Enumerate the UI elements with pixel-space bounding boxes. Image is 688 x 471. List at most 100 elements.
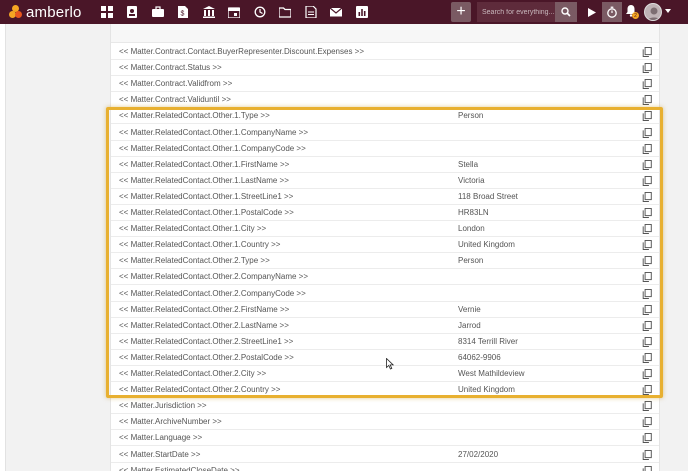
copy-icon[interactable] <box>642 272 652 283</box>
placeholder-row: << Matter.RelatedContact.Other.1.PostalC… <box>111 205 659 221</box>
copy-icon[interactable] <box>642 385 652 396</box>
documents-icon: $ <box>178 6 189 18</box>
placeholder-value: Vernie <box>458 304 481 314</box>
add-button[interactable]: + <box>451 2 471 22</box>
copy-icon[interactable] <box>642 449 652 460</box>
placeholder-value: Person <box>458 111 484 121</box>
copy-icon[interactable] <box>642 175 652 186</box>
placeholder-field-name: << Matter.Jurisdiction >> <box>119 401 207 411</box>
placeholder-field-name: << Matter.Contract.Validuntil >> <box>119 95 231 105</box>
play-icon <box>588 7 596 17</box>
copy-icon[interactable] <box>642 417 652 428</box>
copy-icon[interactable] <box>642 127 652 138</box>
copy-icon[interactable] <box>642 288 652 299</box>
placeholder-value: 27/02/2020 <box>458 449 499 459</box>
copy-icon[interactable] <box>642 63 652 74</box>
placeholder-field-name: << Matter.Contract.Contact.BuyerRepresen… <box>119 47 365 56</box>
svg-text:$: $ <box>181 11 185 18</box>
copy-icon[interactable] <box>642 433 652 444</box>
main-nav-icons: $ <box>94 0 375 24</box>
notification-count-badge: 2 <box>632 12 639 19</box>
placeholder-row: << Matter.Contract.Status >> <box>111 60 659 77</box>
copy-icon[interactable] <box>642 208 652 218</box>
search-button[interactable] <box>555 2 577 22</box>
nav-item-mail[interactable] <box>324 0 350 24</box>
placeholder-field-name: << Matter.RelatedContact.Other.1.LastNam… <box>119 175 289 185</box>
user-avatar[interactable] <box>644 3 662 21</box>
copy-icon[interactable] <box>642 352 652 363</box>
copy-icon[interactable] <box>642 369 652 379</box>
copy-icon[interactable] <box>642 320 652 331</box>
placeholder-field-name: << Matter.RelatedContact.Other.2.Country… <box>119 385 281 395</box>
placeholder-row: << Matter.Contract.Contact.BuyerRepresen… <box>111 44 659 60</box>
placeholder-field-name: << Matter.RelatedContact.Other.2.Company… <box>119 272 308 282</box>
placeholder-value: United Kingdom <box>458 240 515 250</box>
placeholder-row: << Matter.RelatedContact.Other.1.Company… <box>111 125 659 141</box>
app-logo[interactable]: amberlo <box>9 4 89 21</box>
placeholder-field-name: << Matter.RelatedContact.Other.1.PostalC… <box>119 208 294 217</box>
placeholder-row: << Matter.ArchiveNumber >> <box>111 414 659 431</box>
placeholder-field-name: << Matter.RelatedContact.Other.1.FirstNa… <box>119 159 290 169</box>
copy-icon[interactable] <box>642 159 652 170</box>
placeholder-field-name: << Matter.RelatedContact.Other.1.Company… <box>119 127 308 137</box>
nav-item-history[interactable] <box>247 0 273 24</box>
placeholder-value: West Mathildeview <box>458 369 525 378</box>
copy-icon[interactable] <box>642 240 652 251</box>
placeholder-row: << Matter.Contract.Validuntil >> <box>111 92 659 109</box>
global-search <box>477 2 577 22</box>
page-scrollbar[interactable] <box>680 24 688 471</box>
placeholder-field-name: << Matter.Contract.Status >> <box>119 63 222 73</box>
placeholder-field-name: << Matter.RelatedContact.Other.2.PostalC… <box>119 352 294 362</box>
placeholder-field-name: << Matter.RelatedContact.Other.1.StreetL… <box>119 191 294 201</box>
copy-icon[interactable] <box>642 401 652 412</box>
copy-icon[interactable] <box>642 143 652 154</box>
nav-item-contacts[interactable] <box>120 0 146 24</box>
mail-icon <box>330 7 343 17</box>
placeholder-field-name: << Matter.RelatedContact.Other.1.Type >> <box>119 111 270 121</box>
nav-item-matters[interactable] <box>145 0 171 24</box>
nav-item-dashboard[interactable] <box>94 0 120 24</box>
logo-mark-icon <box>9 5 23 19</box>
user-menu-caret-icon[interactable] <box>665 9 671 13</box>
placeholder-row: << Matter.RelatedContact.Other.1.Company… <box>111 141 659 157</box>
placeholder-field-name: << Matter.RelatedContact.Other.2.LastNam… <box>119 320 289 330</box>
placeholder-row: << Matter.RelatedContact.Other.2.City >>… <box>111 366 659 382</box>
copy-icon[interactable] <box>642 304 652 315</box>
placeholder-row: << Matter.RelatedContact.Other.2.PostalC… <box>111 350 659 366</box>
nav-item-billing[interactable] <box>196 0 222 24</box>
copy-icon[interactable] <box>642 47 652 57</box>
matters-icon <box>151 6 164 17</box>
copy-icon[interactable] <box>642 191 652 202</box>
placeholder-value: London <box>458 224 485 234</box>
copy-icon[interactable] <box>642 465 652 471</box>
placeholder-row: << Matter.RelatedContact.Other.1.LastNam… <box>111 173 659 189</box>
search-input[interactable] <box>477 8 555 16</box>
placeholder-value: Stella <box>458 159 479 169</box>
placeholder-row: << Matter.RelatedContact.Other.2.LastNam… <box>111 318 659 334</box>
nav-item-notes[interactable] <box>298 0 324 24</box>
placeholder-field-name: << Matter.RelatedContact.Other.2.Company… <box>119 288 306 298</box>
nav-item-folder[interactable] <box>273 0 299 24</box>
placeholder-row: << Matter.RelatedContact.Other.2.Company… <box>111 286 659 302</box>
reports-icon <box>355 6 368 18</box>
copy-icon[interactable] <box>642 111 652 122</box>
start-timer-button[interactable] <box>582 2 602 22</box>
nav-item-reports[interactable] <box>349 0 375 24</box>
card-header <box>111 24 659 43</box>
history-icon <box>254 6 266 18</box>
placeholder-row: << Matter.RelatedContact.Other.2.Type >>… <box>111 253 659 270</box>
placeholder-field-name: << Matter.EstimatedCloseDate >> <box>119 465 240 471</box>
copy-icon[interactable] <box>642 224 652 235</box>
placeholder-field-name: << Matter.Contract.Validfrom >> <box>119 79 233 89</box>
nav-item-documents[interactable]: $ <box>171 0 197 24</box>
placeholder-field-name: << Matter.StartDate >> <box>119 449 201 459</box>
notifications-button[interactable]: 2 <box>625 4 639 20</box>
nav-item-calendar[interactable] <box>222 0 248 24</box>
timer-button[interactable] <box>602 2 622 22</box>
copy-icon[interactable] <box>642 79 652 90</box>
copy-icon[interactable] <box>642 256 652 267</box>
copy-icon[interactable] <box>642 95 652 106</box>
dashboard-icon <box>100 6 113 18</box>
placeholder-field-name: << Matter.RelatedContact.Other.2.StreetL… <box>119 336 294 346</box>
copy-icon[interactable] <box>642 336 652 347</box>
